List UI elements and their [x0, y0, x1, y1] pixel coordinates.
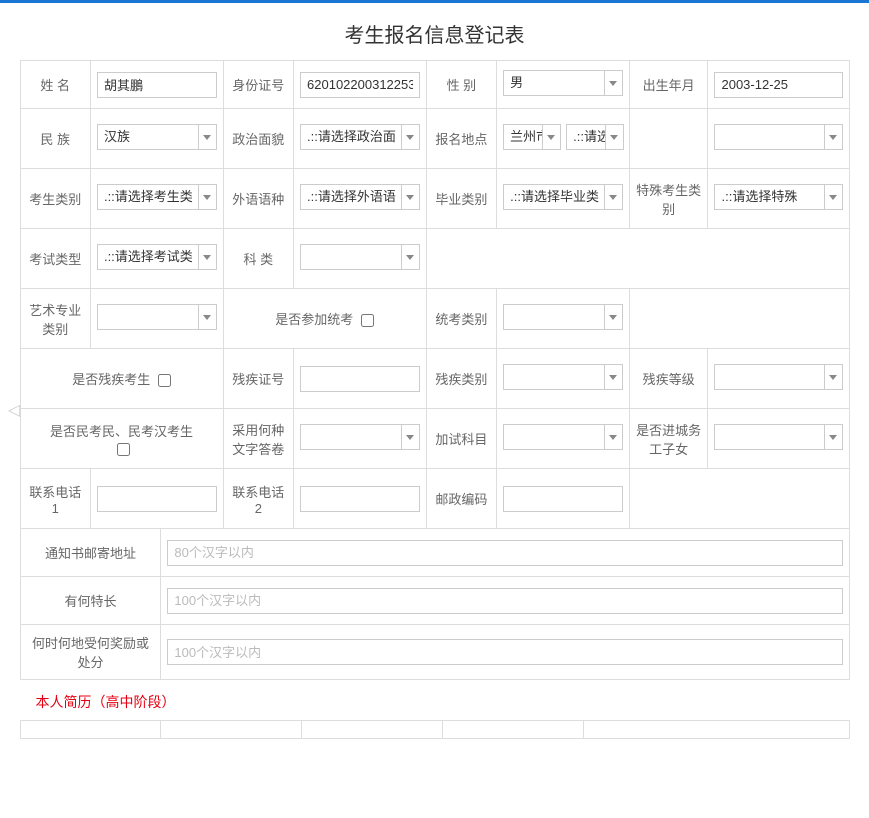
label-foreign-lang: 外语语种 — [223, 169, 293, 229]
postcode-input[interactable] — [503, 486, 623, 512]
label-awards: 何时何地受何奖励或处分 — [20, 625, 161, 680]
label-specialty: 有何特长 — [20, 577, 161, 625]
nation-select[interactable]: 汉族 — [97, 124, 217, 150]
specialty-input[interactable] — [167, 588, 842, 614]
resume-col1 — [20, 721, 161, 739]
label-unified-type: 统考类别 — [426, 289, 496, 349]
label-phone2: 联系电话2 — [223, 469, 293, 529]
label-subject: 科 类 — [223, 229, 293, 289]
gender-select[interactable]: 男 — [503, 70, 623, 96]
phone2-input[interactable] — [300, 486, 420, 512]
disabled-cell: 是否残疾考生 — [20, 349, 223, 409]
resume-section-title: 本人简历（高中阶段） — [20, 680, 850, 720]
candidate-type-select[interactable]: .::请选择考生类 — [97, 184, 217, 210]
label-idcard: 身份证号 — [223, 61, 293, 109]
label-extra-subject: 加试科目 — [426, 409, 496, 469]
side-collapse-arrow-icon: ◁ — [8, 400, 20, 420]
disabled-cert-input[interactable] — [300, 366, 420, 392]
label-gender: 性 别 — [426, 61, 496, 109]
label-political: 政治面貌 — [223, 109, 293, 169]
extra-subject-select[interactable] — [503, 424, 623, 450]
label-grad-type: 毕业类别 — [426, 169, 496, 229]
disabled-checkbox[interactable] — [158, 374, 171, 387]
label-location: 报名地点 — [426, 109, 496, 169]
label-nation: 民 族 — [20, 109, 90, 169]
resume-col5 — [584, 721, 849, 739]
minority-checkbox[interactable] — [117, 443, 130, 456]
label-minority: 是否民考民、民考汉考生 — [50, 424, 193, 439]
disabled-level-select[interactable] — [714, 364, 842, 390]
grad-type-select[interactable]: .::请选择毕业类 — [503, 184, 623, 210]
art-type-select[interactable] — [97, 304, 217, 330]
minority-cell: 是否民考民、民考汉考生 — [20, 409, 223, 469]
exam-type-select[interactable]: .::请选择考试类 — [97, 244, 217, 270]
mail-addr-input[interactable] — [167, 540, 842, 566]
disabled-type-select[interactable] — [503, 364, 623, 390]
registration-form-table: 姓 名 身份证号 性 别 男 出生年月 民 族 — [20, 60, 850, 529]
resume-col3 — [302, 721, 443, 739]
label-paper-lang: 采用何种文字答卷 — [223, 409, 293, 469]
location-city-select[interactable]: 兰州市 — [503, 124, 560, 150]
special-type-select[interactable]: .::请选择特殊 — [714, 184, 842, 210]
empty-cell-row4 — [426, 229, 849, 289]
label-unified-exam: 是否参加统考 — [275, 312, 353, 327]
label-mail-addr: 通知书邮寄地址 — [20, 529, 161, 577]
unified-exam-checkbox[interactable] — [361, 314, 374, 327]
migrant-select[interactable] — [714, 424, 842, 450]
wide-form-table: 通知书邮寄地址 有何特长 何时何地受何奖励或处分 — [20, 528, 850, 680]
phone1-input[interactable] — [97, 486, 217, 512]
label-postcode: 邮政编码 — [426, 469, 496, 529]
awards-input[interactable] — [167, 639, 842, 665]
label-disabled-level: 残疾等级 — [629, 349, 708, 409]
empty-cell-row8 — [629, 469, 849, 529]
resume-col2 — [161, 721, 302, 739]
empty-cell-row5 — [629, 289, 849, 349]
location-extra-select[interactable] — [714, 124, 842, 150]
subject-select[interactable] — [300, 244, 420, 270]
label-disabled: 是否残疾考生 — [72, 372, 150, 387]
resume-table — [20, 720, 850, 739]
label-migrant: 是否进城务工子女 — [629, 409, 708, 469]
label-exam-type: 考试类型 — [20, 229, 90, 289]
label-candidate-type: 考生类别 — [20, 169, 90, 229]
label-birth: 出生年月 — [629, 61, 708, 109]
label-empty1 — [629, 109, 708, 169]
label-name: 姓 名 — [20, 61, 90, 109]
label-disabled-type: 残疾类别 — [426, 349, 496, 409]
label-phone1: 联系电话1 — [20, 469, 90, 529]
name-input[interactable] — [97, 72, 217, 98]
label-art-type: 艺术专业类别 — [20, 289, 90, 349]
birth-input[interactable] — [714, 72, 842, 98]
label-disabled-cert: 残疾证号 — [223, 349, 293, 409]
political-select[interactable]: .::请选择政治面 — [300, 124, 420, 150]
unified-type-select[interactable] — [503, 304, 623, 330]
page-title: 考生报名信息登记表 — [0, 3, 869, 60]
unified-exam-cell: 是否参加统考 — [223, 289, 426, 349]
paper-lang-select[interactable] — [300, 424, 420, 450]
label-special-type: 特殊考生类别 — [629, 169, 708, 229]
resume-col4 — [443, 721, 584, 739]
foreign-lang-select[interactable]: .::请选择外语语 — [300, 184, 420, 210]
location-sub-select[interactable]: .::请选择 — [566, 124, 623, 150]
idcard-input[interactable] — [300, 72, 420, 98]
form-container: 姓 名 身份证号 性 别 男 出生年月 民 族 — [20, 60, 850, 759]
